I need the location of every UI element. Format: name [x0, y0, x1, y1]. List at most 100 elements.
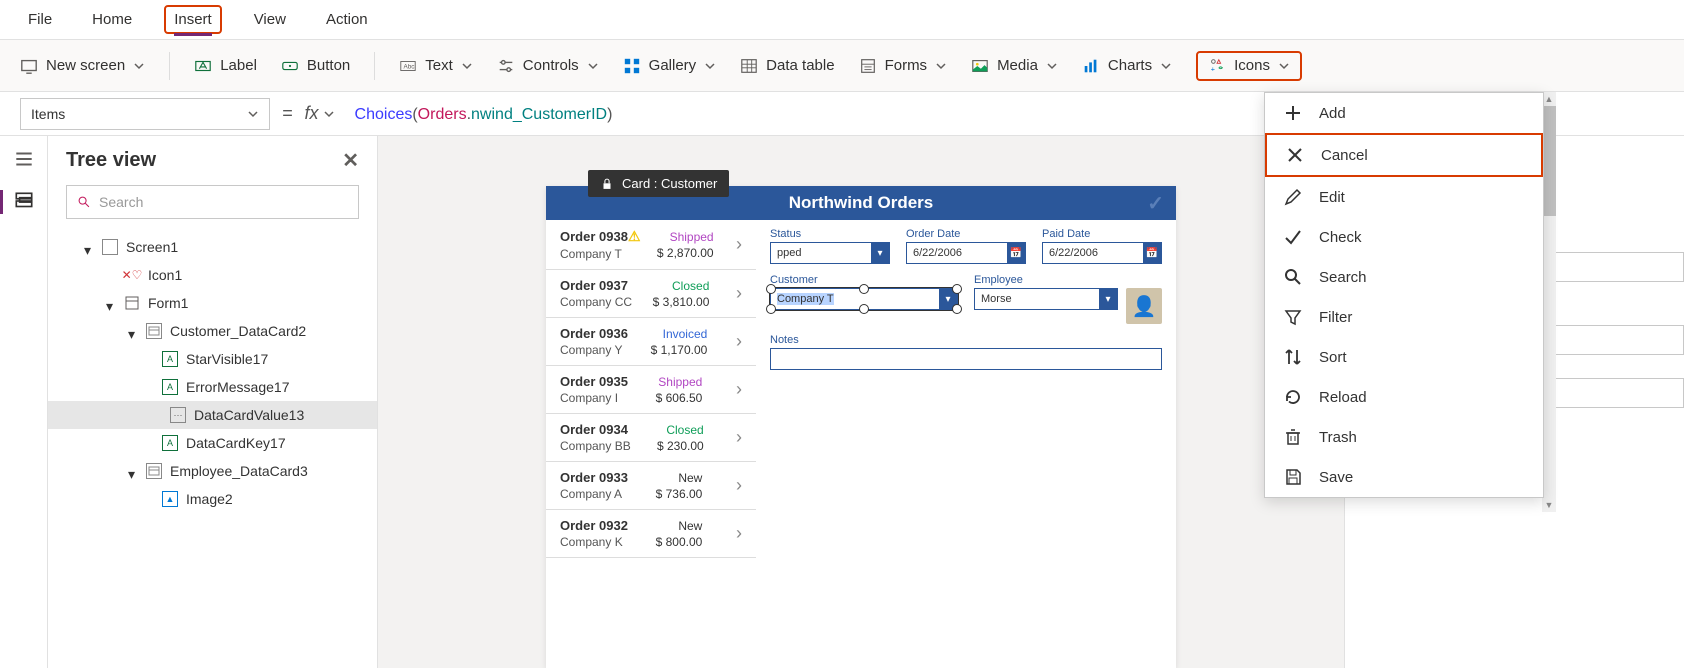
tree-node-datacardvalue[interactable]: ⋯DataCardValue13 [48, 401, 377, 429]
chevron-right-icon: › [736, 283, 742, 304]
search-input[interactable]: Search [66, 185, 359, 219]
tree-node-datacardkey[interactable]: ADataCardKey17 [66, 429, 359, 457]
app-preview: Northwind Orders ✓ Card : Customer Order… [546, 186, 1176, 668]
tree-node-employee-datacard[interactable]: ▾Employee_DataCard3 [66, 457, 359, 485]
button-button[interactable]: Button [281, 57, 350, 75]
forms-button[interactable]: Forms [859, 57, 948, 75]
fx-label[interactable]: fx [305, 103, 335, 124]
sort-icon [1283, 347, 1303, 367]
controls-button[interactable]: Controls [497, 57, 599, 75]
icon-menu-item-sort[interactable]: Sort [1265, 337, 1543, 377]
close-icon[interactable]: ✕ [342, 148, 359, 173]
chevron-down-icon [1278, 60, 1290, 72]
order-detail: Status pped▾ Order Date 6/22/2006📅 Paid … [756, 220, 1176, 558]
icons-label: Icons [1234, 57, 1270, 74]
icons-scrollbar[interactable]: ▲ ▼ [1542, 92, 1556, 512]
order-row[interactable]: Order 0934 Company BB Closed $ 230.00 › [546, 414, 756, 462]
notes-input[interactable] [770, 348, 1162, 370]
icon-menu-item-trash[interactable]: Trash [1265, 417, 1543, 457]
chevron-down-icon [133, 60, 145, 72]
tree-node-icon1[interactable]: ✕♡Icon1 [66, 261, 359, 289]
orderdate-input[interactable]: 6/22/2006📅 [906, 242, 1026, 264]
order-row[interactable]: Order 0936 Company Y Invoiced $ 1,170.00… [546, 318, 756, 366]
employee-label: Employee [974, 274, 1162, 286]
ribbon: New screen Label Button Abc Text Control… [0, 40, 1684, 92]
tree-view-icon[interactable] [13, 190, 35, 212]
search-icon [1283, 267, 1303, 287]
text-button[interactable]: Abc Text [399, 57, 473, 75]
icon-menu-item-filter[interactable]: Filter [1265, 297, 1543, 337]
check-icon [1283, 227, 1303, 247]
data-table-button[interactable]: Data table [740, 57, 834, 75]
screen-icon [20, 57, 38, 75]
notes-label: Notes [770, 334, 1162, 346]
icons-button[interactable]: + Icons [1196, 51, 1302, 81]
tree-node-starvisible[interactable]: AStarVisible17 [66, 345, 359, 373]
menu-file[interactable]: File [20, 7, 60, 32]
order-list[interactable]: Order 0938⚠ Company T Shipped $ 2,870.00… [546, 220, 756, 558]
order-row[interactable]: Order 0932 Company K New $ 800.00 › [546, 510, 756, 558]
pencil-icon [1283, 187, 1303, 207]
paiddate-input[interactable]: 6/22/2006📅 [1042, 242, 1162, 264]
forms-label: Forms [885, 57, 928, 74]
check-icon[interactable]: ✓ [1147, 191, 1164, 216]
controls-label: Controls [523, 57, 579, 74]
button-icon [281, 57, 299, 75]
media-button[interactable]: Media [971, 57, 1058, 75]
status-dropdown[interactable]: pped▾ [770, 242, 890, 264]
hamburger-icon[interactable] [13, 148, 35, 170]
label-button[interactable]: Label [194, 57, 257, 75]
menu-home[interactable]: Home [84, 7, 140, 32]
tree-node-image2[interactable]: ▲Image2 [66, 485, 359, 513]
charts-button[interactable]: Charts [1082, 57, 1172, 75]
tree-node-screen1[interactable]: ▾Screen1 [66, 233, 359, 261]
tree-node-errormessage[interactable]: AErrorMessage17 [66, 373, 359, 401]
icon-menu-item-search[interactable]: Search [1265, 257, 1543, 297]
left-rail [0, 136, 48, 668]
tree-node-form1[interactable]: ▾Form1 [66, 289, 359, 317]
data-table-label: Data table [766, 57, 834, 74]
save-icon [1283, 467, 1303, 487]
icon-menu-item-reload[interactable]: Reload [1265, 377, 1543, 417]
icon-menu-item-save[interactable]: Save [1265, 457, 1543, 497]
order-row[interactable]: Order 0933 Company A New $ 736.00 › [546, 462, 756, 510]
employee-dropdown[interactable]: Morse▾ [974, 288, 1118, 310]
order-row[interactable]: Order 0938⚠ Company T Shipped $ 2,870.00… [546, 220, 756, 270]
lock-icon [600, 177, 614, 191]
x-icon [1285, 145, 1305, 165]
customer-dropdown[interactable]: Company T▾ [770, 288, 958, 310]
tree-view-panel: Tree view ✕ Search ▾Screen1 ✕♡Icon1 ▾For… [48, 136, 378, 668]
app-title: Northwind Orders [789, 193, 934, 213]
search-placeholder: Search [99, 194, 143, 210]
tree-node-customer-datacard[interactable]: ▾Customer_DataCard2 [66, 317, 359, 345]
data-table-icon [740, 57, 758, 75]
new-screen-button[interactable]: New screen [20, 57, 145, 75]
menu-view[interactable]: View [246, 7, 294, 32]
reload-icon [1283, 387, 1303, 407]
menu-action[interactable]: Action [318, 7, 376, 32]
property-select[interactable]: Items [20, 98, 270, 130]
icon-menu-item-check[interactable]: Check [1265, 217, 1543, 257]
gallery-icon [623, 57, 641, 75]
text-label: Text [425, 57, 453, 74]
new-screen-label: New screen [46, 57, 125, 74]
icon-menu-item-add[interactable]: Add [1265, 93, 1543, 133]
chevron-down-icon [461, 60, 473, 72]
gallery-button[interactable]: Gallery [623, 57, 717, 75]
icon-menu-item-edit[interactable]: Edit [1265, 177, 1543, 217]
chevron-down-icon [323, 108, 335, 120]
status-label: Status [770, 228, 890, 240]
menu-insert[interactable]: Insert [164, 5, 222, 34]
chevron-right-icon: › [736, 475, 742, 496]
icons-icon: + [1208, 57, 1226, 75]
order-row[interactable]: Order 0937 Company CC Closed $ 3,810.00 … [546, 270, 756, 318]
menubar: File Home Insert View Action [0, 0, 1684, 40]
chevron-down-icon [247, 108, 259, 120]
order-row[interactable]: Order 0935 Company I Shipped $ 606.50 › [546, 366, 756, 414]
chevron-down-icon [1046, 60, 1058, 72]
icon-menu-item-cancel[interactable]: Cancel [1265, 133, 1543, 177]
trash-icon [1283, 427, 1303, 447]
chevron-right-icon: › [736, 427, 742, 448]
text-icon: Abc [399, 57, 417, 75]
chevron-right-icon: › [736, 523, 742, 544]
